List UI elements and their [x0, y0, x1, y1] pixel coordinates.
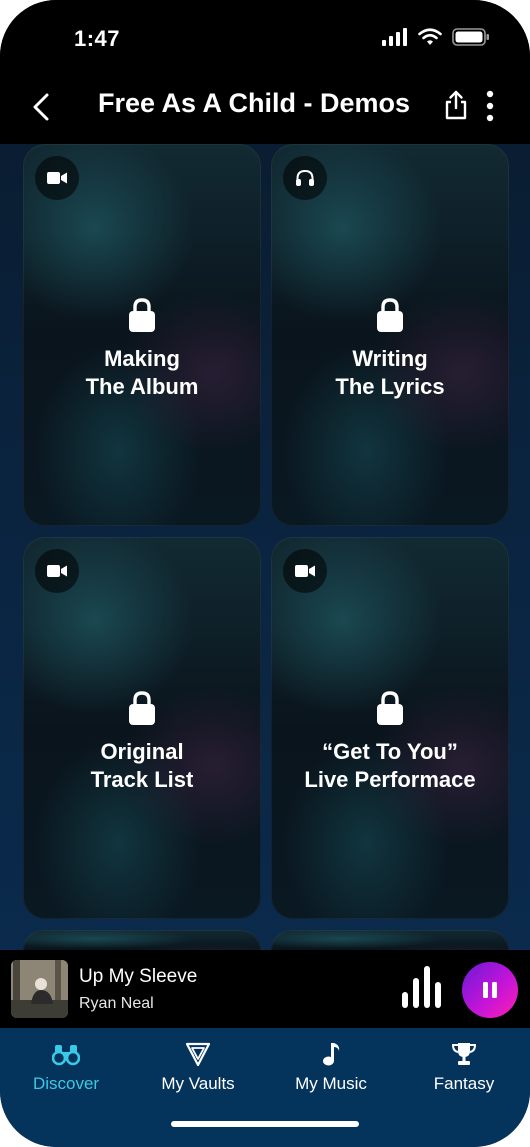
- card-title-line2: Track List: [90, 767, 194, 792]
- tab-label: Fantasy: [433, 1074, 495, 1093]
- content-card-partial[interactable]: [271, 930, 509, 950]
- content-card[interactable]: “Get To You” Live Performace: [271, 537, 509, 919]
- signal-icon: [382, 28, 407, 46]
- lock-icon: [377, 298, 403, 332]
- card-title-line1: “Get To You”: [322, 739, 458, 764]
- trophy-icon: [451, 1043, 477, 1065]
- pause-button[interactable]: [462, 962, 518, 1018]
- battery-icon: [452, 28, 489, 46]
- status-bar: 1:47: [0, 0, 530, 72]
- card-title-line1: Writing: [352, 346, 428, 371]
- tab-label: My Vaults: [161, 1074, 235, 1093]
- content-card[interactable]: Writing The Lyrics: [271, 144, 509, 526]
- binoculars-icon: [52, 1045, 80, 1066]
- pause-icon: [483, 982, 497, 998]
- card-title-line1: Original: [100, 739, 184, 764]
- video-icon: [295, 565, 315, 577]
- card-title-line1: Making: [104, 346, 180, 371]
- status-time: 1:47: [74, 26, 121, 51]
- lock-icon: [129, 298, 155, 332]
- mini-player[interactable]: Up My Sleeve Ryan Neal: [0, 950, 530, 1028]
- content-grid[interactable]: Making The Album Writing The Lyrics Orig…: [0, 144, 530, 950]
- headphones-icon: [296, 169, 314, 186]
- wifi-icon: [418, 28, 442, 45]
- content-type-badge: [283, 156, 327, 200]
- card-title: “Get To You” Live Performace: [271, 738, 509, 794]
- share-icon[interactable]: [443, 89, 469, 121]
- page-title: Free As A Child - Demos: [98, 88, 411, 118]
- lock-icon: [377, 691, 403, 725]
- tab-label: Discover: [32, 1074, 100, 1093]
- card-title-line2: Live Performace: [304, 767, 476, 792]
- content-type-badge: [283, 549, 327, 593]
- card-title: Writing The Lyrics: [271, 345, 509, 401]
- music-note-icon: [323, 1043, 340, 1066]
- vault-icon: [185, 1042, 211, 1067]
- card-title-line2: The Album: [85, 374, 199, 399]
- card-title-line2: The Lyrics: [335, 374, 445, 399]
- video-icon: [47, 565, 67, 577]
- card-title: Making The Album: [23, 345, 261, 401]
- tab-label: My Music: [295, 1074, 367, 1093]
- album-art: [11, 960, 68, 1018]
- equalizer-icon: [402, 966, 441, 1008]
- page-header: Free As A Child - Demos: [0, 72, 530, 144]
- tab-fantasy[interactable]: Fantasy: [398, 1040, 530, 1094]
- phone-screen: 1:47 Free As A Child - Demos Making The …: [0, 0, 530, 1147]
- card-title: Original Track List: [23, 738, 261, 794]
- tab-my-vaults[interactable]: My Vaults: [132, 1040, 264, 1094]
- now-playing-title: Up My Sleeve: [79, 966, 198, 987]
- tab-bar: Discover My Vaults My Music Fantasy: [0, 1028, 530, 1147]
- content-card-partial[interactable]: [23, 930, 261, 950]
- back-icon[interactable]: [28, 90, 58, 124]
- content-type-badge: [35, 156, 79, 200]
- lock-icon: [129, 691, 155, 725]
- tab-discover[interactable]: Discover: [0, 1040, 132, 1094]
- more-icon[interactable]: [480, 88, 500, 124]
- home-indicator[interactable]: [171, 1121, 359, 1127]
- now-playing-artist: Ryan Neal: [79, 995, 154, 1012]
- tab-my-music[interactable]: My Music: [265, 1040, 397, 1094]
- content-card[interactable]: Original Track List: [23, 537, 261, 919]
- content-type-badge: [35, 549, 79, 593]
- content-card[interactable]: Making The Album: [23, 144, 261, 526]
- video-icon: [47, 172, 67, 184]
- status-icons: [382, 28, 490, 46]
